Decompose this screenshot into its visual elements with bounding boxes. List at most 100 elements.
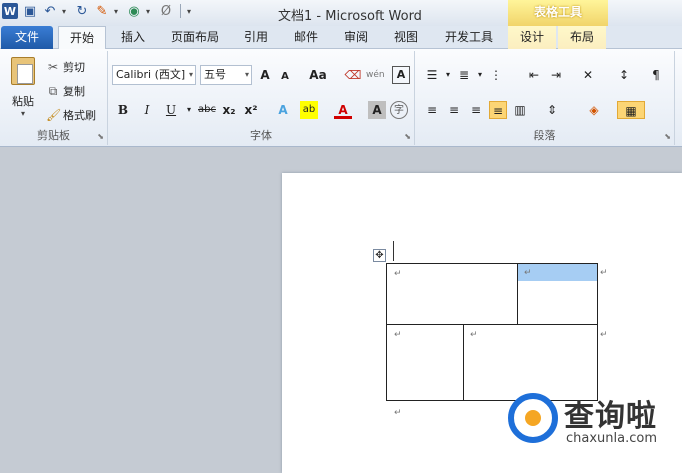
redo-icon[interactable]: ↻: [74, 3, 90, 19]
tab-file[interactable]: 文件: [1, 26, 53, 49]
scissors-icon: ✂: [47, 60, 59, 74]
decrease-indent-icon[interactable]: ⇤: [525, 66, 543, 84]
tab-page-layout[interactable]: 页面布局: [164, 26, 226, 49]
tab-insert[interactable]: 插入: [112, 26, 154, 49]
subscript-button[interactable]: x₂: [220, 101, 238, 119]
font-name-dropdown-icon: ▾: [188, 70, 193, 79]
align-left-icon[interactable]: ≡: [423, 101, 441, 119]
cut-label: 剪切: [63, 61, 85, 74]
paste-button[interactable]: 粘贴 ▾: [6, 57, 40, 118]
phonetic-guide-button[interactable]: wén: [366, 66, 385, 84]
paste-label: 粘贴: [12, 95, 34, 108]
distributed-icon[interactable]: ▥: [511, 101, 529, 119]
paste-dropdown-icon[interactable]: ▾: [6, 109, 40, 118]
borders-icon[interactable]: ▦: [617, 101, 645, 119]
watermark-text: 查询啦: [564, 399, 657, 434]
tab-design[interactable]: 设计: [508, 26, 556, 49]
tab-home[interactable]: 开始: [58, 26, 106, 50]
color-wheel-icon[interactable]: ◉: [126, 3, 142, 19]
shading-icon[interactable]: ◈: [585, 101, 603, 119]
tab-mailings[interactable]: 邮件: [286, 26, 326, 49]
tab-developer[interactable]: 开发工具: [436, 26, 502, 49]
table-divider-row1: [517, 263, 518, 325]
chinese-layout-icon[interactable]: ✕: [579, 66, 597, 84]
text-cursor: [393, 241, 394, 261]
text-effects-button[interactable]: A: [274, 101, 292, 119]
paragraph-group: ☰ ▾ ≣ ▾ ⋮ ⇤ ⇥ ✕ ↕ ¶ ≡ ≡ ≡ ≡ ▥ ⇕ ◈ ▦ 段落 ⬊: [415, 51, 675, 145]
font-launcher-icon[interactable]: ⬊: [404, 132, 411, 141]
sort-icon[interactable]: ↕: [615, 66, 633, 84]
italic-button[interactable]: I: [138, 101, 156, 119]
font-group-label: 字体: [250, 129, 272, 142]
table-border-right: [597, 263, 598, 401]
color-dropdown-icon[interactable]: ▾: [146, 7, 154, 16]
justify-icon[interactable]: ≡: [489, 101, 507, 119]
clipboard-group: 粘贴 ▾ ✂ 剪切 ⧉ 复制 🖌 格式刷 剪贴板 ⬊: [0, 51, 108, 145]
cut-button[interactable]: ✂ 剪切: [46, 59, 85, 75]
table-move-handle-icon[interactable]: ✥: [373, 249, 386, 262]
font-name-value: Calibri (西文]: [116, 68, 186, 81]
format-painter-label: 格式刷: [63, 109, 96, 122]
multilevel-list-icon[interactable]: ⋮: [487, 66, 505, 84]
align-right-icon[interactable]: ≡: [467, 101, 485, 119]
enclose-circle-button[interactable]: 字: [390, 101, 408, 119]
ribbon-tabs: 文件 开始 插入 页面布局 引用 邮件 审阅 视图 开发工具 设计 布局: [0, 26, 682, 50]
tab-layout[interactable]: 布局: [558, 26, 606, 49]
paste-icon: [11, 57, 35, 85]
table-tools-header: 表格工具: [508, 0, 608, 26]
word-logo-icon: W: [2, 3, 18, 19]
table-divider-row2: [463, 324, 464, 401]
undo-dropdown-icon[interactable]: ▾: [62, 7, 70, 16]
copy-button[interactable]: ⧉ 复制: [46, 83, 85, 99]
tab-references[interactable]: 引用: [236, 26, 276, 49]
strike-icon[interactable]: Ø: [158, 3, 174, 19]
font-name-select[interactable]: Calibri (西文] ▾: [112, 65, 196, 85]
format-painter-button[interactable]: 🖌 格式刷: [46, 107, 96, 123]
font-color-button[interactable]: A: [334, 101, 352, 119]
qat-separator: [180, 4, 181, 18]
paragraph-group-label: 段落: [533, 129, 556, 142]
paragraph-mark: ↵: [394, 408, 402, 418]
tab-review[interactable]: 审阅: [336, 26, 376, 49]
paint-dropdown-icon[interactable]: ▾: [114, 7, 122, 16]
copy-label: 复制: [63, 85, 85, 98]
paragraph-launcher-icon[interactable]: ⬊: [664, 132, 671, 141]
bold-button[interactable]: B: [114, 101, 132, 119]
show-marks-icon[interactable]: ¶: [647, 66, 665, 84]
title-bar: W ▣ ↶ ▾ ↻ ✎ ▾ ◉ ▾ Ø ▾ 文档1 - Microsoft Wo…: [0, 0, 682, 26]
row-end-mark: ↵: [600, 268, 608, 278]
font-size-dropdown-icon: ▾: [244, 70, 249, 79]
grow-font-button[interactable]: A: [256, 66, 274, 84]
watermark-url: chaxunla.com: [566, 431, 657, 446]
highlight-button[interactable]: ab: [300, 101, 318, 119]
cell-mark: ↵: [394, 330, 402, 340]
superscript-button[interactable]: x²: [242, 101, 260, 119]
cell-mark: ↵: [470, 330, 478, 340]
change-case-button[interactable]: Aa: [306, 66, 330, 84]
increase-indent-icon[interactable]: ⇥: [547, 66, 565, 84]
copy-icon: ⧉: [48, 83, 58, 98]
shrink-font-button[interactable]: A: [276, 68, 294, 86]
clear-format-button[interactable]: ⌫: [344, 66, 362, 84]
enclose-character-button[interactable]: A: [392, 66, 410, 84]
character-shading-button[interactable]: A: [368, 101, 386, 119]
clipboard-group-label: 剪贴板: [37, 129, 70, 142]
align-center-icon[interactable]: ≡: [445, 101, 463, 119]
table-border-middle: [386, 324, 598, 325]
customize-qat-icon[interactable]: ▾: [187, 7, 195, 16]
watermark-logo-icon: [508, 393, 558, 443]
tab-view[interactable]: 视图: [386, 26, 426, 49]
ribbon: 粘贴 ▾ ✂ 剪切 ⧉ 复制 🖌 格式刷 剪贴板 ⬊ Calibri (西文] …: [0, 49, 682, 147]
save-icon[interactable]: ▣: [22, 3, 38, 19]
font-size-value: 五号: [204, 68, 226, 81]
undo-icon[interactable]: ↶: [42, 3, 58, 19]
paint-icon[interactable]: ✎: [94, 3, 110, 19]
clipboard-launcher-icon[interactable]: ⬊: [97, 132, 104, 141]
cell-mark: ↵: [394, 269, 402, 279]
window-title: 文档1 - Microsoft Word: [278, 9, 422, 24]
font-size-select[interactable]: 五号 ▾: [200, 65, 252, 85]
line-spacing-icon[interactable]: ⇕: [543, 101, 561, 119]
strikethrough-button[interactable]: abc: [196, 101, 218, 119]
table-border-top: [386, 263, 598, 264]
underline-button[interactable]: U: [162, 101, 180, 119]
